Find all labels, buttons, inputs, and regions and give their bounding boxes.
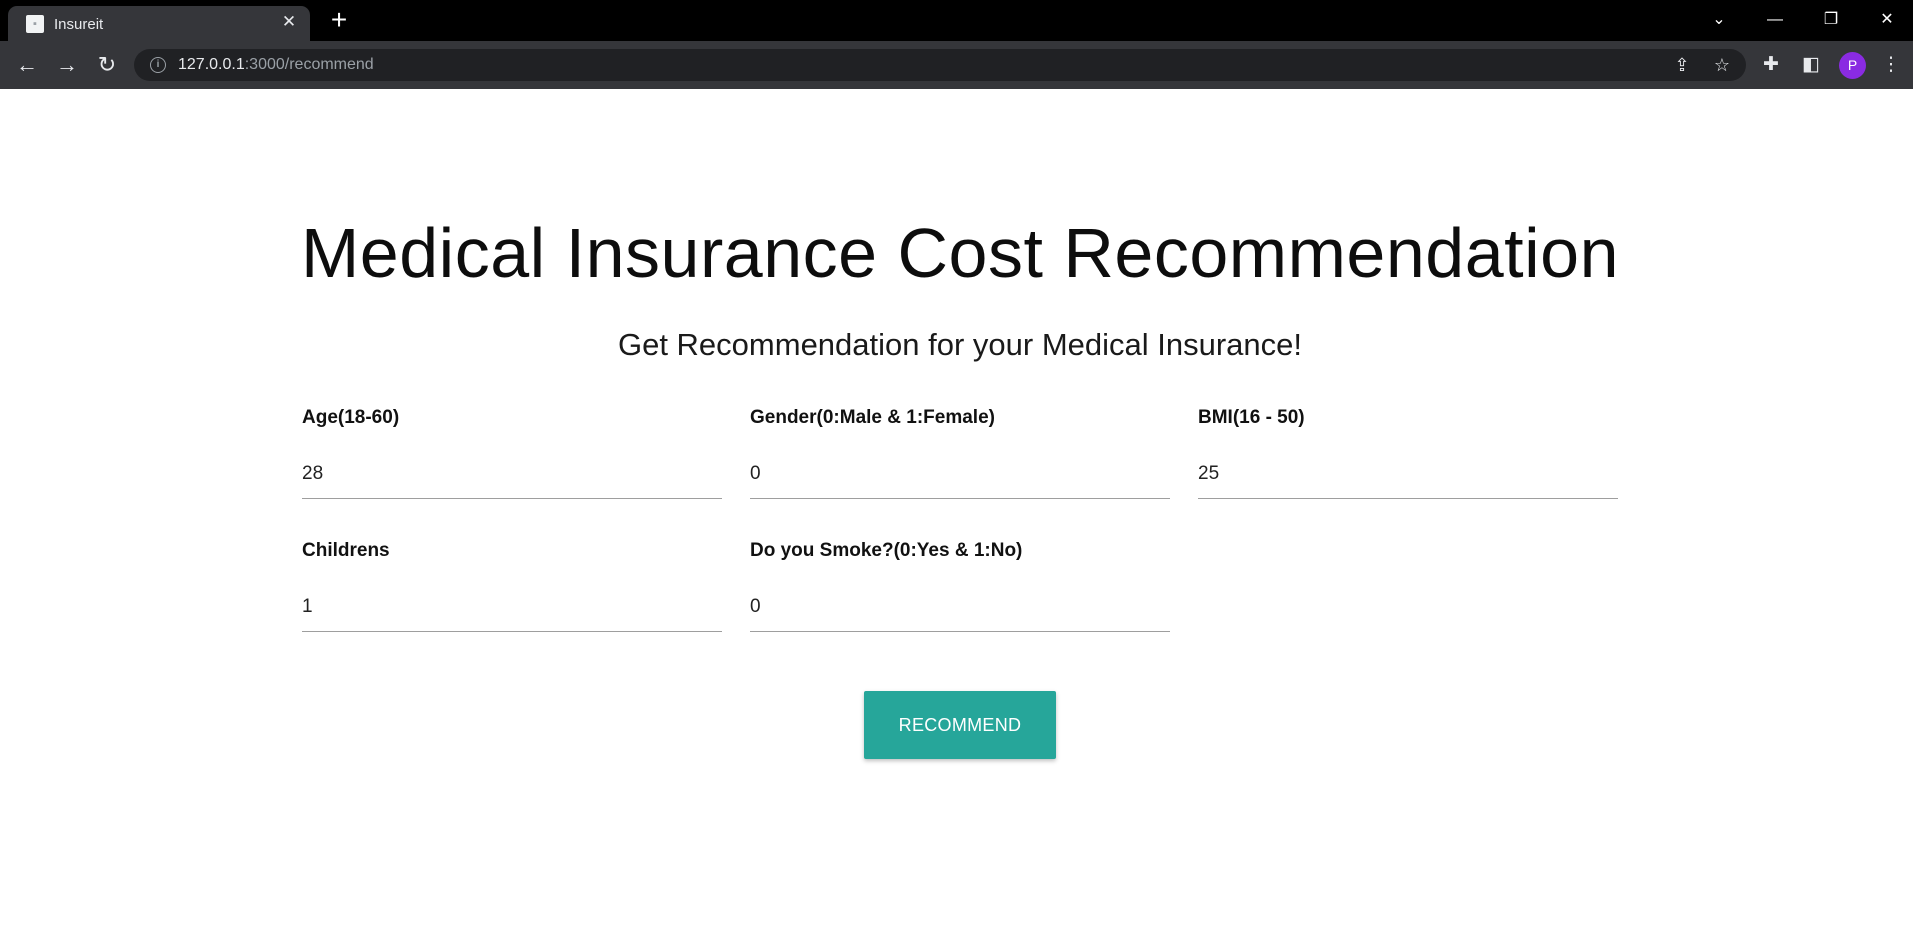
smoker-label: Do you Smoke?(0:Yes & 1:No): [750, 540, 1023, 561]
tab-strip: ▪ Insureit ✕ + ⌄ — ❐ ✕: [0, 0, 1913, 41]
children-input[interactable]: 1: [302, 588, 722, 632]
browser-toolbar: ← → ↻ i 127.0.0.1:3000/recommend ⇪ ☆ ✚ ◧…: [0, 41, 1913, 89]
close-window-icon[interactable]: ✕: [1864, 0, 1910, 41]
share-icon[interactable]: ⇪: [1670, 53, 1694, 77]
bmi-field: BMI(16 - 50) 25: [1198, 407, 1618, 499]
tab-title: Insureit: [54, 16, 104, 33]
browser-tab[interactable]: ▪ Insureit ✕: [8, 6, 310, 41]
age-label: Age(18-60): [302, 407, 400, 428]
url-text[interactable]: 127.0.0.1:3000/recommend: [178, 56, 374, 74]
restore-icon[interactable]: ❐: [1808, 0, 1854, 41]
gender-label: Gender(0:Male & 1:Female): [750, 407, 995, 428]
gender-input[interactable]: 0: [750, 455, 1170, 499]
page-title: Medical Insurance Cost Recommendation: [300, 214, 1619, 292]
page-content: Medical Insurance Cost Recommendation Ge…: [0, 89, 1913, 938]
tab-search-icon[interactable]: ⌄: [1696, 0, 1742, 41]
bmi-input[interactable]: 25: [1198, 455, 1618, 499]
gender-field: Gender(0:Male & 1:Female) 0: [750, 407, 1170, 499]
age-field: Age(18-60) 28: [302, 407, 722, 499]
address-bar[interactable]: i 127.0.0.1:3000/recommend ⇪ ☆: [134, 49, 1746, 81]
recommend-button[interactable]: RECOMMEND: [864, 691, 1056, 759]
children-label: Childrens: [302, 540, 390, 561]
site-info-icon[interactable]: i: [150, 57, 166, 73]
page-icon: ▪: [26, 15, 44, 33]
children-field: Childrens 1: [302, 540, 722, 632]
close-tab-icon[interactable]: ✕: [278, 11, 300, 33]
url-host: 127.0.0.1: [178, 56, 245, 73]
side-panel-icon[interactable]: ◧: [1799, 53, 1823, 77]
menu-kebab-icon[interactable]: ⋮: [1879, 53, 1903, 77]
smoker-input[interactable]: 0: [750, 588, 1170, 632]
age-input[interactable]: 28: [302, 455, 722, 499]
url-path: :3000/recommend: [244, 56, 374, 73]
page-subtitle: Get Recommendation for your Medical Insu…: [617, 327, 1303, 362]
back-icon[interactable]: ←: [12, 50, 42, 80]
smoker-field: Do you Smoke?(0:Yes & 1:No) 0: [750, 540, 1170, 632]
profile-avatar[interactable]: P: [1839, 52, 1866, 79]
new-tab-icon[interactable]: +: [325, 6, 353, 34]
minimize-icon[interactable]: —: [1752, 0, 1798, 41]
reload-icon[interactable]: ↻: [92, 50, 122, 80]
extensions-icon[interactable]: ✚: [1759, 53, 1783, 77]
bookmark-star-icon[interactable]: ☆: [1710, 53, 1734, 77]
forward-icon[interactable]: →: [52, 50, 82, 80]
bmi-label: BMI(16 - 50): [1198, 407, 1305, 428]
